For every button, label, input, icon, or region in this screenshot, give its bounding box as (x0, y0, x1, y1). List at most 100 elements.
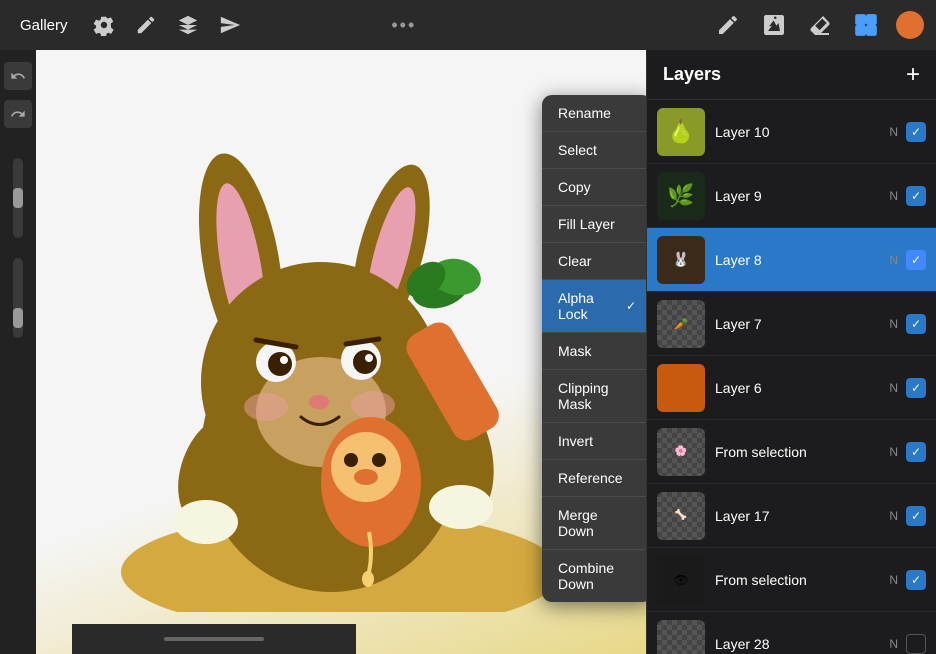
layer-visibility-toggle[interactable]: ✓ (906, 186, 926, 206)
layer-visibility-toggle[interactable]: ✓ (906, 442, 926, 462)
layer-mode: N (889, 637, 898, 651)
thumb-icon (657, 364, 705, 412)
layers-list: 🍐 Layer 10 N ✓ 🌿 Layer 9 N ✓ 🐰 L (647, 100, 936, 654)
settings-icon[interactable] (90, 11, 118, 39)
thumb-icon: 🌿 (657, 172, 705, 220)
layer-row[interactable]: 🦴 Layer 17 N ✓ (647, 484, 936, 548)
layers-header: Layers + (647, 50, 936, 100)
toolbar-left: Gallery (12, 11, 244, 39)
layer-thumbnail: 🍐 (657, 108, 705, 156)
menu-item-reference-label: Reference (558, 470, 623, 486)
layer-row[interactable]: 👁 From selection N ✓ (647, 548, 936, 612)
menu-item-clear[interactable]: Clear (542, 243, 646, 280)
layer-thumbnail (657, 364, 705, 412)
thumb-icon: 🦴 (657, 492, 705, 540)
menu-item-fill-layer-label: Fill Layer (558, 216, 615, 232)
layer-visibility-toggle[interactable]: ✓ (906, 570, 926, 590)
smudge-tool-icon[interactable] (758, 9, 790, 41)
layer-name: Layer 17 (715, 508, 889, 524)
layer-visibility-toggle[interactable]: ✓ (906, 378, 926, 398)
layer-visibility-toggle[interactable]: ✓ (906, 506, 926, 526)
send-icon[interactable] (216, 11, 244, 39)
menu-item-combine-down-label: Combine Down (558, 560, 636, 592)
layer-thumbnail: 👁 (657, 556, 705, 604)
layer-mode: N (889, 189, 898, 203)
menu-item-alpha-lock[interactable]: Alpha Lock ✓ (542, 280, 646, 333)
layer-name: Layer 8 (715, 252, 889, 268)
layer-row-selected[interactable]: 🐰 Layer 8 N ✓ (647, 228, 936, 292)
thumb-icon: 🍐 (657, 108, 705, 156)
menu-item-fill-layer[interactable]: Fill Layer (542, 206, 646, 243)
menu-item-clipping-mask-label: Clipping Mask (558, 380, 636, 412)
thumb-icon: 🌸 (657, 428, 705, 476)
pen-tool-icon[interactable] (712, 9, 744, 41)
thumb-icon: 👁 (657, 556, 705, 604)
layer-visibility-toggle[interactable]: ✓ (906, 250, 926, 270)
layer-name: Layer 7 (715, 316, 889, 332)
thumb-icon: 🥕 (657, 300, 705, 348)
menu-item-rename[interactable]: Rename (542, 95, 646, 132)
menu-item-reference[interactable]: Reference (542, 460, 646, 497)
layers-icon[interactable] (174, 11, 202, 39)
edit-icon[interactable] (132, 11, 160, 39)
layer-name: From selection (715, 444, 889, 460)
menu-item-rename-label: Rename (558, 105, 611, 121)
menu-item-clear-label: Clear (558, 253, 591, 269)
more-options[interactable]: ••• (391, 15, 416, 36)
gallery-button[interactable]: Gallery (12, 13, 76, 38)
artwork-svg (101, 92, 581, 612)
brush-size-slider[interactable] (13, 158, 23, 238)
menu-item-combine-down[interactable]: Combine Down (542, 550, 646, 602)
brush-size-handle[interactable] (13, 188, 23, 208)
erase-tool-icon[interactable] (804, 9, 836, 41)
layer-thumbnail: 🌿 (657, 172, 705, 220)
toolbar: Gallery ••• (0, 0, 936, 50)
layer-mode: N (889, 253, 898, 267)
context-menu: Rename Select Copy Fill Layer Clear Alph… (542, 95, 646, 602)
menu-item-select[interactable]: Select (542, 132, 646, 169)
layers-tool-icon[interactable] (850, 9, 882, 41)
layer-name: Layer 9 (715, 188, 889, 204)
layers-panel: Layers + 🍐 Layer 10 N ✓ 🌿 Layer 9 N ✓ (646, 50, 936, 654)
layers-title: Layers (663, 64, 721, 85)
layer-row[interactable]: 🌿 Layer 9 N ✓ (647, 164, 936, 228)
menu-item-alpha-lock-label: Alpha Lock (558, 290, 626, 322)
layer-thumbnail: 🐰 (657, 236, 705, 284)
menu-item-invert-label: Invert (558, 433, 593, 449)
menu-item-clipping-mask[interactable]: Clipping Mask (542, 370, 646, 423)
side-tools-left (0, 50, 36, 654)
layer-name: Layer 28 (715, 636, 889, 652)
layer-visibility-toggle[interactable] (906, 634, 926, 654)
layer-mode: N (889, 445, 898, 459)
menu-item-copy[interactable]: Copy (542, 169, 646, 206)
layer-row[interactable]: 🌸 From selection N ✓ (647, 420, 936, 484)
menu-item-mask-label: Mask (558, 343, 591, 359)
layer-name: From selection (715, 572, 889, 588)
canvas-content[interactable]: Rename Select Copy Fill Layer Clear Alph… (36, 50, 646, 654)
toolbar-right (712, 9, 924, 41)
layer-mode: N (889, 381, 898, 395)
undo-button[interactable] (4, 62, 32, 90)
color-picker[interactable] (896, 11, 924, 39)
layer-visibility-toggle[interactable]: ✓ (906, 122, 926, 142)
menu-item-mask[interactable]: Mask (542, 333, 646, 370)
layer-row[interactable]: 🥕 Layer 7 N ✓ (647, 292, 936, 356)
menu-item-merge-down[interactable]: Merge Down (542, 497, 646, 550)
layer-mode: N (889, 573, 898, 587)
layer-row[interactable]: 🍐 Layer 10 N ✓ (647, 100, 936, 164)
layer-row[interactable]: Layer 6 N ✓ (647, 356, 936, 420)
menu-item-merge-down-label: Merge Down (558, 507, 636, 539)
layer-visibility-toggle[interactable]: ✓ (906, 314, 926, 334)
bottom-bar (72, 624, 356, 654)
redo-button[interactable] (4, 100, 32, 128)
opacity-handle[interactable] (13, 308, 23, 328)
thumb-icon: 🐰 (657, 236, 705, 284)
opacity-slider[interactable] (13, 258, 23, 338)
add-layer-button[interactable]: + (906, 63, 920, 87)
menu-item-invert[interactable]: Invert (542, 423, 646, 460)
main-area: Rename Select Copy Fill Layer Clear Alph… (0, 50, 936, 654)
layer-thumbnail (657, 620, 705, 654)
canvas-area: Rename Select Copy Fill Layer Clear Alph… (36, 50, 646, 654)
layer-mode: N (889, 125, 898, 139)
layer-row[interactable]: Layer 28 N (647, 612, 936, 654)
